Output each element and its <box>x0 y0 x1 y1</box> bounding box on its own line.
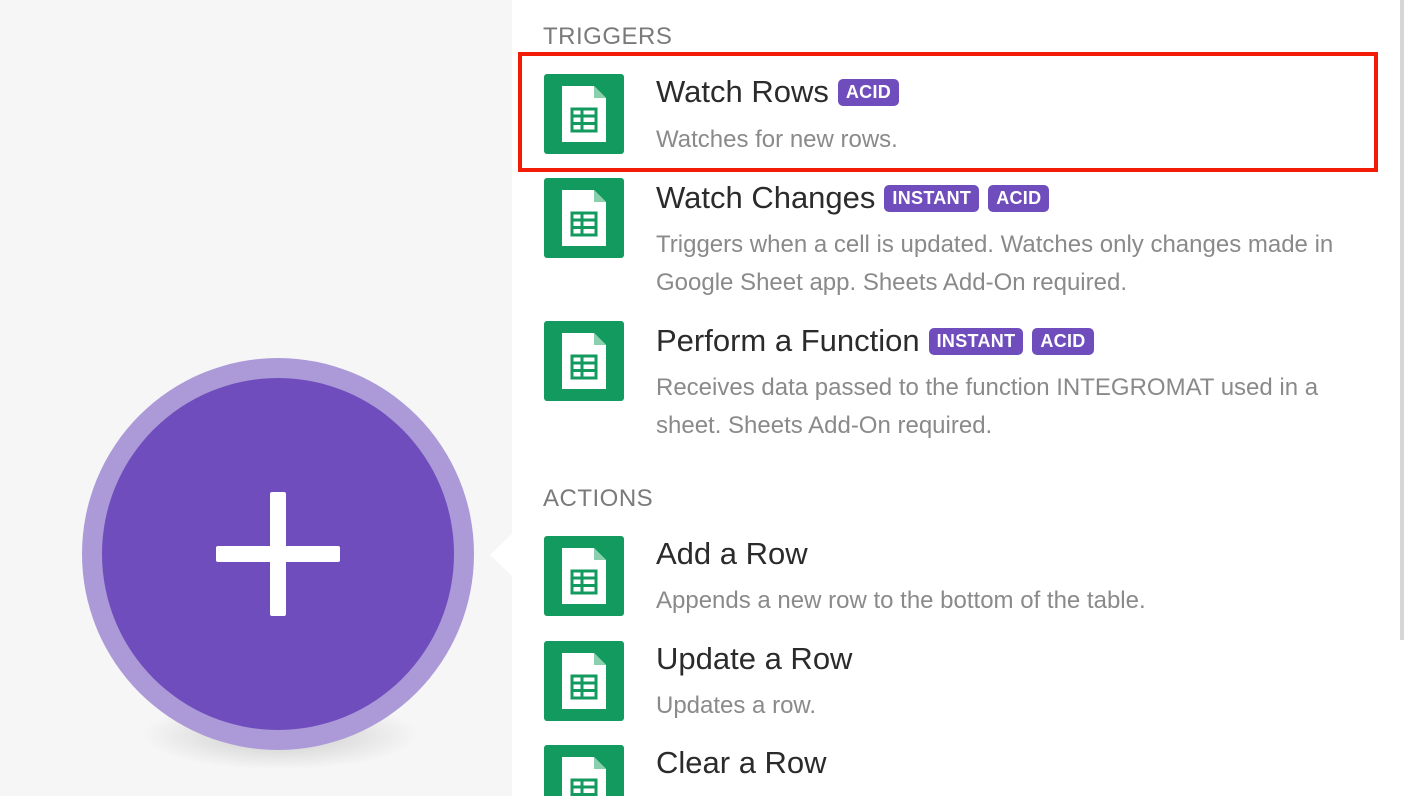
module-picker-panel: TRIGGERS Watch Rows ACID Watches for new… <box>512 0 1404 796</box>
module-item-description: Triggers when a cell is updated. Watches… <box>656 231 1334 296</box>
google-sheets-icon <box>544 641 624 721</box>
triggers-section-title: TRIGGERS <box>543 23 673 50</box>
module-item-title-text: Perform a Function <box>656 323 920 358</box>
instant-badge: INSTANT <box>928 327 1024 355</box>
module-item-title-text: Watch Changes <box>656 180 876 215</box>
module-item-description: Appends a new row to the bottom of the t… <box>656 587 1146 614</box>
google-sheets-icon <box>544 178 624 258</box>
module-item-watch-changes[interactable]: Watch Changes INSTANT ACID Triggers when… <box>512 178 1372 302</box>
module-item-title: Clear a Row <box>656 745 827 781</box>
instant-badge: INSTANT <box>884 184 980 212</box>
actions-section-title: ACTIONS <box>543 485 654 512</box>
module-item-title: Update a Row <box>656 641 852 677</box>
google-sheets-icon <box>544 321 624 401</box>
module-item-title-text: Clear a Row <box>656 745 827 780</box>
add-module-button[interactable] <box>102 378 454 730</box>
module-item-watch-rows[interactable]: Watch Rows ACID Watches for new rows. <box>518 52 1378 172</box>
module-item-perform-a-function[interactable]: Perform a Function INSTANT ACID Receives… <box>512 321 1372 445</box>
acid-badge: ACID <box>1032 327 1094 355</box>
acid-badge: ACID <box>837 78 900 106</box>
google-sheets-icon <box>544 745 624 796</box>
module-item-description: Receives data passed to the function INT… <box>656 374 1319 439</box>
google-sheets-icon <box>544 74 624 154</box>
popover-pointer <box>490 534 512 576</box>
google-sheets-icon <box>544 536 624 616</box>
module-item-title-text: Add a Row <box>656 536 808 571</box>
module-item-title-text: Update a Row <box>656 641 853 676</box>
acid-badge: ACID <box>988 184 1050 212</box>
module-item-description: Watches for new rows. <box>656 126 898 153</box>
module-item-title: Add a Row <box>656 536 808 572</box>
module-item-title-text: Watch Rows <box>656 74 829 109</box>
module-item-title: Watch Rows ACID <box>656 74 900 110</box>
module-item-description: Updates a row. <box>656 692 817 719</box>
module-item-add-a-row[interactable]: Add a Row Appends a new row to the botto… <box>512 536 1372 626</box>
scenario-canvas <box>0 0 512 796</box>
module-item-title: Watch Changes INSTANT ACID <box>656 180 1050 216</box>
module-item-update-a-row[interactable]: Update a Row Updates a row. <box>512 641 1372 731</box>
panel-scrollbar[interactable] <box>1400 0 1404 640</box>
module-item-clear-a-row[interactable]: Clear a Row <box>512 745 1372 796</box>
module-item-title: Perform a Function INSTANT ACID <box>656 323 1094 359</box>
